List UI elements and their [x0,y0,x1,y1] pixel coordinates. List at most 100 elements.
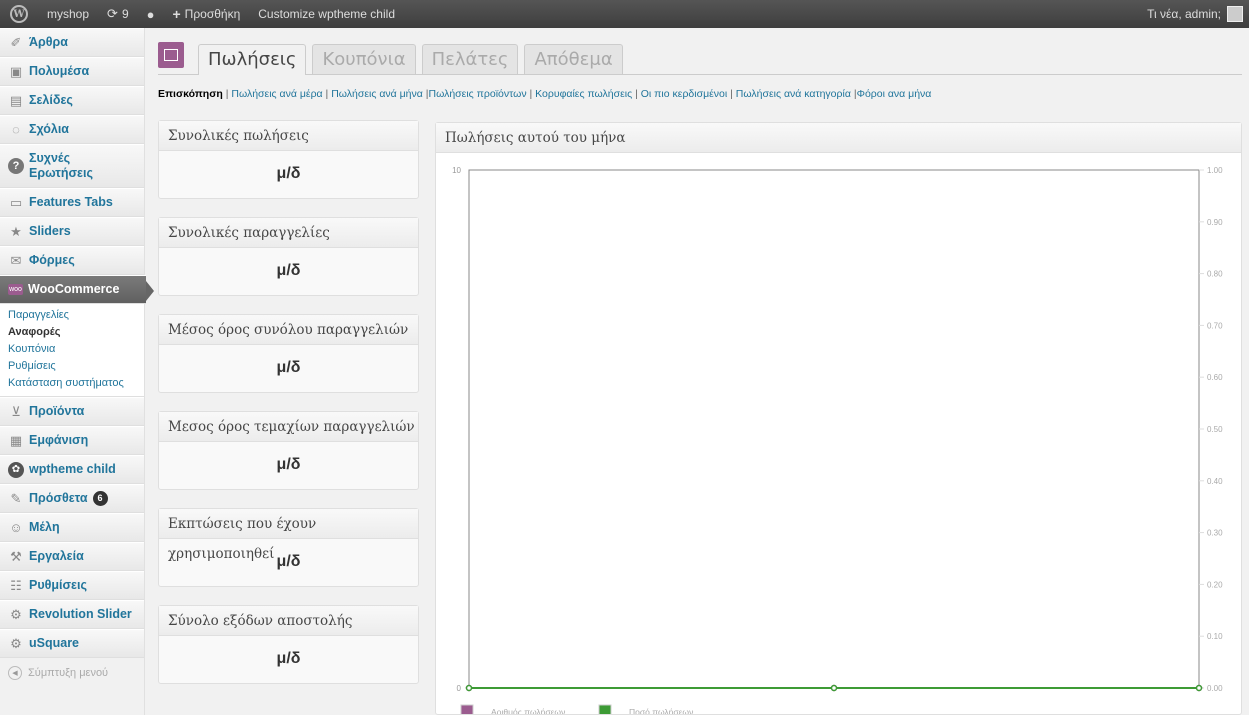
menu-plugins[interactable]: ✎ Πρόσθετα 6 [0,484,144,513]
right-axis-tick-label: 0.60 [1207,373,1223,382]
stat-avg-order-total: Μέσος όρος συνόλου παραγγελιών μ/δ [158,314,419,393]
tabs-icon: ▭ [9,194,23,210]
submenu-settings[interactable]: Ρυθμίσεις [8,358,144,375]
admin-bar: W myshop ⟳ 9 ● + Προσθήκη Customize wpthem… [0,0,1249,28]
right-axis-tick-label: 0.70 [1207,321,1223,330]
menu-comments[interactable]: ◌ Σχόλια [0,115,144,144]
subnav-top-sellers[interactable]: Κορυφαίες πωλήσεις [535,88,632,100]
data-point [830,684,838,692]
cart-icon: ⊻ [11,403,21,419]
submenu-reports[interactable]: Αναφορές [8,324,144,341]
customize-link[interactable]: Customize wptheme child [249,0,404,28]
stat-title: Σύνολο εξόδων αποστολής [159,606,418,636]
subnav-top-earners[interactable]: Οι πιο κερδισμένοι [641,88,727,100]
report-subnav: Επισκόπηση | Πωλήσεις ανά μέρα | Πωλήσει… [158,88,932,100]
stat-title: Εκπτώσεις που έχουν χρησιμοποιηθεί [159,509,418,562]
tools-icon: ⚒ [10,548,22,564]
menu-products[interactable]: ⊻ Προϊόντα [0,397,144,426]
tab-sales[interactable]: Πωλήσεις [198,44,307,75]
admin-sidebar: ✐ Άρθρα ▣ Πολυμέσα ▤ Σελίδες ◌ Σχόλια ? Συχνέ… [0,28,154,715]
gear-icon: ⚙ [10,606,22,622]
tab-coupons[interactable]: Κουπόνια [312,44,416,74]
menu-settings[interactable]: ☷ Ρυθμίσεις [0,571,144,600]
woo-icon: woo [8,284,23,295]
right-axis-tick-label: 0.80 [1207,270,1223,279]
menu-media[interactable]: ▣ Πολυμέσα [0,57,144,86]
avatar [1227,6,1243,22]
legend-swatch [598,704,612,714]
theme-icon: ✿ [8,461,24,478]
menu-appearance[interactable]: ▦ Εμφάνιση [0,426,144,455]
data-point [465,684,473,692]
plus-icon: + [172,6,181,22]
question-icon: ? [8,158,24,174]
submenu-coupons[interactable]: Κουπόνια [8,341,144,358]
comment-bubble-icon: ● [146,6,155,22]
menu-pages[interactable]: ▤ Σελίδες [0,86,144,115]
menu-theme[interactable]: ✿ wptheme child [0,455,144,484]
comments-link[interactable]: ● [138,0,164,28]
greeting: Τι νέα, admin; [1147,7,1221,21]
right-axis-tick-label: 0.40 [1207,477,1223,486]
menu-users[interactable]: ☺ Μέλη [0,513,144,542]
legend-label: Ποσό πωλήσεων [629,707,693,714]
menu-revolution-slider[interactable]: ⚙ Revolution Slider [0,600,144,629]
submenu-orders[interactable]: Παραγγελίες [8,307,144,324]
subnav-sales-by-month[interactable]: Πωλήσεις ανά μήνα [331,88,423,100]
new-content-link[interactable]: + Προσθήκη [163,0,249,28]
comments-icon: ◌ [12,122,20,137]
pages-icon: ▤ [9,92,23,108]
wordpress-logo-icon[interactable]: W [0,0,38,28]
menu-usquare[interactable]: ⚙ uSquare [0,629,144,658]
account-menu[interactable]: Τι νέα, admin; [1138,0,1249,28]
subnav-overview[interactable]: Επισκόπηση [158,88,223,100]
right-axis-tick-label: 0.00 [1207,684,1223,693]
left-axis-tick-label: 10 [452,166,461,175]
menu-tools[interactable]: ⚒ Εργαλεία [0,542,144,571]
plot-area [468,169,1200,689]
chart-title: Πωλήσεις αυτού του μήνα [436,123,1241,153]
menu-faq[interactable]: ? Συχνές Ερωτήσεις [0,144,144,188]
subnav-sales-by-category[interactable]: Πωλήσεις ανά κατηγορία [736,88,851,100]
star-icon: ★ [10,223,22,239]
mail-icon: ✉ [10,252,22,268]
menu-forms[interactable]: ✉ Φόρμες [0,246,144,275]
right-axis-tick-label: 0.20 [1207,580,1223,589]
stat-value: μ/δ [276,262,301,279]
collapse-arrow-icon: ◀ [8,666,22,680]
right-axis-tick-label: 0.10 [1207,632,1223,641]
stat-title: Μεσος όρος τεμαχίων παραγγελιών [159,412,418,442]
stat-total-orders: Συνολικές παραγγελίες μ/δ [158,217,419,296]
menu-sliders[interactable]: ★ Sliders [0,217,144,246]
refresh-icon: ⟳ [107,6,118,21]
sales-chart: 0 10 0.00 0.10 0.20 0.30 0.40 0.50 0.60 0.70 0.80 0… [452,166,1223,714]
collapse-menu-button[interactable]: ◀ Σύμπτυξη μενού [0,658,144,688]
subnav-sales-by-day[interactable]: Πωλήσεις ανά μέρα [231,88,322,100]
legend-label: Αριθμός πωλήσεων [491,707,565,714]
main-content: Πωλήσεις Κουπόνια Πελάτες Απόθεμα Επισκό… [158,28,1242,715]
tab-stock[interactable]: Απόθεμα [524,44,623,74]
menu-features-tabs[interactable]: ▭ Features Tabs [0,188,144,217]
subnav-product-sales[interactable]: Πωλήσεις προϊόντων [429,88,527,100]
subnav-taxes-by-month[interactable]: Φόροι ανα μήνα [857,88,932,100]
report-tabs: Πωλήσεις Κουπόνια Πελάτες Απόθεμα [158,42,1242,75]
stat-shipping-total: Σύνολο εξόδων αποστολής μ/δ [158,605,419,684]
legend-swatch [460,704,474,714]
submenu-system-status[interactable]: Κατάσταση συστήματος [8,375,144,392]
menu-posts[interactable]: ✐ Άρθρα [0,28,144,57]
right-axis-tick-label: 1.00 [1207,166,1223,175]
reports-chart-icon [158,42,184,68]
new-label: Προσθήκη [184,7,241,21]
woocommerce-submenu: Παραγγελίες Αναφορές Κουπόνια Ρυθμίσεις … [0,304,144,397]
updates-link[interactable]: ⟳ 9 [98,0,138,28]
users-icon: ☺ [9,520,23,535]
stat-title: Συνολικές πωλήσεις [159,121,418,151]
monthly-sales-chart-panel: Πωλήσεις αυτού του μήνα 0 10 0.00 0.10 0.20 0… [435,122,1242,715]
tab-customers[interactable]: Πελάτες [421,44,519,74]
updates-count: 9 [121,7,129,21]
right-axis-tick-label: 0.90 [1207,218,1223,227]
site-name-link[interactable]: myshop [38,0,98,28]
plugin-icon: ✎ [10,490,22,506]
menu-woocommerce[interactable]: woo WooCommerce [0,275,154,304]
right-axis-tick-label: 0.30 [1207,529,1223,538]
